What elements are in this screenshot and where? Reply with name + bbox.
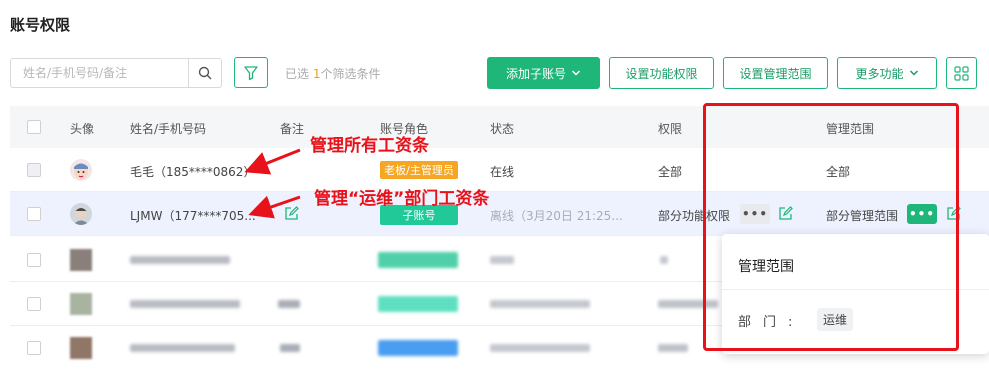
arrow-icon xyxy=(244,148,301,219)
